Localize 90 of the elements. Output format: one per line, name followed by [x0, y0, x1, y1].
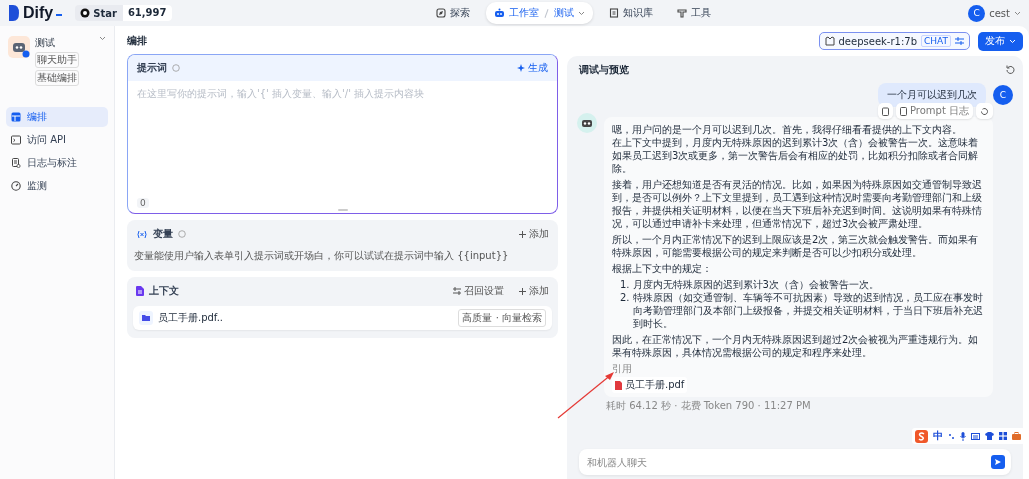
user-avatar: C [968, 4, 986, 22]
sidebar-item[interactable]: 编排 [6, 107, 108, 127]
nav-tab[interactable]: 工作室 测试 [486, 2, 593, 24]
add-button[interactable]: 添加 [519, 227, 549, 241]
clipboard-icon [881, 106, 889, 116]
chevron-down-icon [99, 36, 106, 41]
citation-chip[interactable]: 员工手册.pdf [612, 377, 688, 393]
model-icon [824, 36, 835, 46]
robot-avatar-icon [8, 36, 30, 58]
chevron-down-icon [1014, 10, 1021, 16]
logo-mark-icon [8, 4, 20, 22]
compass-icon [436, 8, 446, 18]
list-number: 1. [620, 278, 630, 291]
app-name: 测试 [35, 36, 56, 50]
chevron-down-icon [1009, 38, 1016, 44]
book-icon [609, 8, 619, 18]
add-button[interactable]: 添加 [519, 284, 549, 298]
refresh-icon [1005, 65, 1015, 75]
microphone-icon [960, 431, 966, 441]
retrieval-settings-button[interactable]: 召回设置 [453, 284, 504, 298]
generate-button[interactable]: 生成 [517, 61, 548, 75]
nav-tab[interactable]: 知识库 [601, 2, 661, 24]
plus-icon [519, 287, 526, 295]
plus-icon [519, 230, 526, 238]
list-item: 特殊原因（如交通管制、车辆等不可抗因素）导致的迟到情况，员工应在事发时向考勤管理部门及本部门上级报备，并提交相关证明材料，于当日下班后补充迟到时长。 [632, 291, 984, 330]
user-menu[interactable]: C cest [968, 4, 1021, 22]
document-icon [899, 106, 907, 116]
chat-input-box[interactable]: 和机器人聊天 [579, 449, 1011, 475]
publish-button[interactable]: 发布 [978, 31, 1023, 51]
bot-avatar-icon [577, 113, 597, 133]
panel-title: 调试与预览 [579, 63, 629, 77]
answer-text: 所以，一个月内正常情况下的迟到上限应该是2次，第三次就会触发警告。而如果有特殊原因，可能需要根据公司的规定来判断是否可以少扣积分或处理。 [612, 233, 980, 259]
copy-button[interactable] [877, 103, 893, 119]
message-meta: 耗时 64.12 秒 · 花费 Token 790 · 11:27 PM [605, 399, 812, 413]
dataset-badge: 高质量 · 向量检索 [458, 309, 546, 327]
answer-text: 在上下文中提到，月度内无特殊原因的迟到累计3次（含）会被警告一次。这意味着如果员工迟到3次或更多，第一次警告后会有相应的处罚，比如积分扣除或者合同解除。 [612, 136, 980, 175]
card-title: 提示词 [137, 61, 167, 75]
list-number: 2. [620, 291, 630, 305]
answer-text: 嗯，用户问的是一个月可以迟到几次。首先，我得仔细看看提供的上下文内容。 [612, 123, 963, 136]
grid-icon [999, 432, 1007, 440]
chat-input-field[interactable]: 和机器人聊天 [579, 456, 991, 468]
hammer-icon [677, 8, 687, 18]
star-label: Star [93, 7, 118, 19]
refresh-icon [980, 106, 989, 116]
keyboard-icon [971, 432, 980, 440]
logo-text: Dify [23, 4, 54, 22]
toolbox-icon [1012, 432, 1022, 440]
sliders-icon [453, 287, 461, 295]
github-star-button[interactable]: Star 61,997 [75, 5, 172, 21]
shirt-icon [985, 432, 994, 440]
sliders-icon [955, 37, 964, 45]
logo-cursor-icon [56, 14, 63, 16]
terminal-icon [11, 135, 21, 145]
variables-hint: 变量能使用户输入表单引入提示词或开场白，你可以试试在提示词中输入 {{input}} [133, 249, 510, 263]
card-title: 变量 [153, 227, 173, 241]
document-icon [11, 158, 21, 168]
app-tag: 基础编排 [35, 70, 79, 86]
character-count: 0 [137, 198, 149, 208]
nav-tab[interactable]: 探索 [428, 2, 478, 24]
card-title: 上下文 [149, 284, 179, 298]
list-item: 月度内无特殊原因的迟到累计3次（含）会被警告一次。 [632, 278, 879, 291]
sidebar-item[interactable]: 访问 API [6, 130, 108, 150]
nav-tab[interactable]: 工具 [669, 2, 719, 24]
sidebar-item[interactable]: 监测 [6, 176, 108, 196]
send-icon [991, 455, 1005, 469]
star-count: 61,997 [122, 5, 172, 21]
layout-icon [11, 112, 21, 122]
sparkle-icon [517, 64, 525, 72]
regenerate-button[interactable] [976, 103, 993, 119]
model-selector[interactable]: deepseek-r1:7b CHAT [818, 32, 970, 50]
document-icon [136, 286, 144, 296]
resize-handle[interactable] [337, 209, 348, 211]
panel-title: 编排 [127, 34, 148, 48]
variable-icon [136, 229, 148, 239]
citation-heading: 引用 [612, 362, 633, 376]
user-avatar: C [993, 85, 1013, 105]
sidebar-item[interactable]: 日志与标注 [6, 153, 108, 173]
app-tag: 聊天助手 [35, 52, 79, 68]
gauge-icon [11, 181, 21, 191]
dataset-item[interactable]: 员工手册.pdf.. 高质量 · 向量检索 [133, 306, 552, 330]
prompt-log-button[interactable]: Prompt 日志 [895, 103, 973, 119]
robot-icon [494, 8, 505, 18]
folder-icon [139, 311, 153, 325]
answer-text: 接着，用户还想知道是否有灵活的情况。比如，如果因为特殊原因如交通管制导致迟到，是否可以例外？上下文里提到，员工遇到这种情况时需要向考勤管理部门和上级报告，并提供相关证明材料，以便在当天下班后补充迟到时间。这说明如果有特殊情况，可以通过申请补卡来处理，但通常情况下，超过3次会被严肃处理。 [612, 178, 983, 230]
answer-text: 因此，在正常情况下，一个月内无特殊原因迟到超过2次会被视为严重违规行为。如果有特殊原因，具体情况需根据公司的规定和程序来处理。 [612, 333, 980, 359]
pdf-file-icon [615, 380, 622, 390]
input-mode-label[interactable]: 中 [933, 429, 943, 443]
answer-text: 根据上下文中的规定： [612, 262, 713, 275]
punctuation-icon [948, 432, 955, 440]
chevron-down-icon [578, 10, 585, 16]
